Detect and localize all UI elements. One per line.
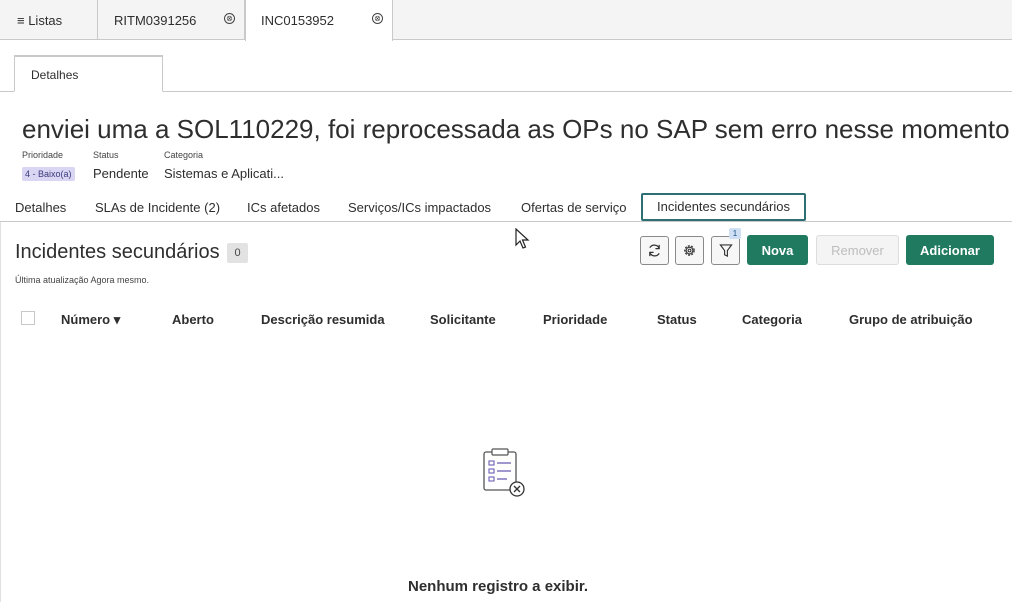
empty-clipboard-icon xyxy=(483,448,525,497)
column-header-descricao[interactable]: Descrição resumida xyxy=(261,312,385,327)
settings-button[interactable] xyxy=(675,236,704,265)
filter-count-badge: 1 xyxy=(729,228,741,239)
close-icon[interactable]: ⊗ xyxy=(372,13,383,24)
related-tab-servicos[interactable]: Serviços/ICs impactados xyxy=(348,200,491,215)
refresh-button[interactable] xyxy=(640,236,669,265)
lists-tab-label: ≡ Listas xyxy=(17,12,63,28)
related-tab-ics-afetados[interactable]: ICs afetados xyxy=(247,200,320,215)
lists-tab[interactable]: ≡ Listas xyxy=(0,0,98,40)
column-header-aberto[interactable]: Aberto xyxy=(172,312,214,327)
column-header-status[interactable]: Status xyxy=(657,312,697,327)
mouse-cursor-icon xyxy=(515,228,530,249)
category-value: Sistemas e Aplicati... xyxy=(164,166,284,181)
category-label: Categoria xyxy=(164,150,204,160)
list-title: Incidentes secundários xyxy=(15,241,220,263)
tab-ritm0391256[interactable]: RITM0391256 ⊗ xyxy=(98,0,245,40)
divider xyxy=(0,221,1012,222)
close-icon[interactable]: ⊗ xyxy=(224,13,235,24)
panel-border xyxy=(0,222,1,602)
related-tab-incidentes-secundarios[interactable]: Incidentes secundários xyxy=(641,193,806,221)
remove-button[interactable]: Remover xyxy=(816,235,899,265)
related-tab-ofertas[interactable]: Ofertas de serviço xyxy=(521,200,627,215)
column-header-numero[interactable]: Número ▾ xyxy=(61,312,120,328)
column-header-grupo[interactable]: Grupo de atribuição xyxy=(849,312,973,327)
column-header-categoria[interactable]: Categoria xyxy=(742,312,802,327)
tab-inc0153952[interactable]: INC0153952 ⊗ xyxy=(245,0,393,41)
column-header-solicitante[interactable]: Solicitante xyxy=(430,312,496,327)
tab-detalhes[interactable]: Detalhes xyxy=(14,55,163,92)
status-value: Pendente xyxy=(93,166,149,181)
tab-label: Detalhes xyxy=(31,68,79,82)
status-label: Status xyxy=(93,150,119,160)
record-title: enviei uma a SOL110229, foi reprocessada… xyxy=(22,114,1012,144)
refresh-icon xyxy=(649,244,660,257)
filter-button[interactable] xyxy=(711,236,740,265)
select-all-checkbox[interactable] xyxy=(21,311,35,325)
funnel-icon xyxy=(718,244,733,258)
gear-icon xyxy=(684,245,695,256)
tab-label: INC0153952 xyxy=(261,13,334,28)
tab-label: RITM0391256 xyxy=(114,12,197,28)
related-tab-slas[interactable]: SLAs de Incidente (2) xyxy=(95,200,220,215)
add-button[interactable]: Adicionar xyxy=(906,235,994,265)
empty-state-message: Nenhum registro a exibir. xyxy=(408,578,589,595)
new-button[interactable]: Nova xyxy=(747,235,808,265)
priority-badge: 4 - Baixo(a) xyxy=(22,167,75,181)
last-update-text: Última atualização Agora mesmo. xyxy=(15,275,150,285)
priority-label: Prioridade xyxy=(22,150,64,160)
column-header-prioridade[interactable]: Prioridade xyxy=(543,312,607,327)
related-tab-detalhes[interactable]: Detalhes xyxy=(15,200,66,215)
record-count-badge: 0 xyxy=(227,243,248,263)
